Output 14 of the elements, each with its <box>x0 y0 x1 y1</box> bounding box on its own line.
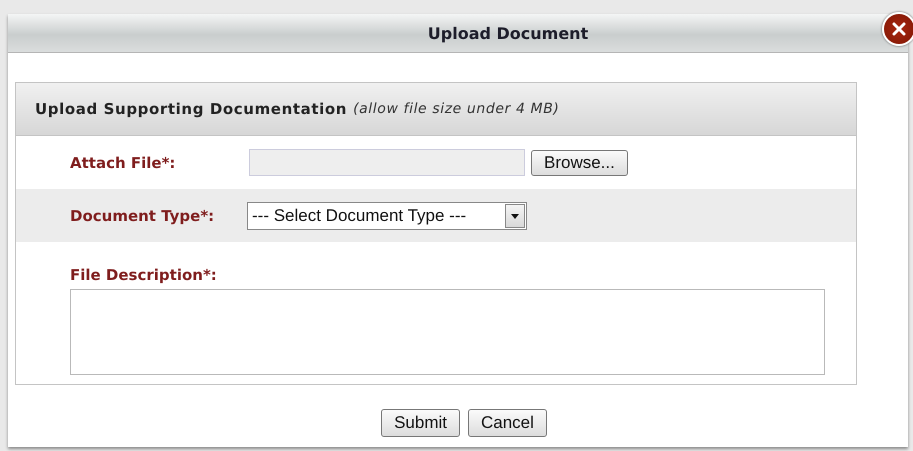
submit-button[interactable]: Submit <box>381 409 460 437</box>
field-label: File Description*: <box>70 266 218 284</box>
document-type-select[interactable]: --- Select Document Type --- <box>247 202 527 230</box>
field-label: Document Type*: <box>70 206 216 224</box>
field-label: Attach File*: <box>70 154 176 172</box>
description-field[interactable] <box>70 289 825 375</box>
section-title: Upload Supporting Documentation <box>35 100 348 118</box>
close-button[interactable] <box>882 12 913 46</box>
cancel-button[interactable]: Cancel <box>468 409 547 437</box>
dialog-title: Upload Document <box>428 24 588 42</box>
close-icon <box>892 22 906 36</box>
file-path-field[interactable] <box>249 149 525 176</box>
browse-button[interactable]: Browse... <box>531 150 628 176</box>
section-note: (allow file size under 4 MB) <box>353 101 560 117</box>
